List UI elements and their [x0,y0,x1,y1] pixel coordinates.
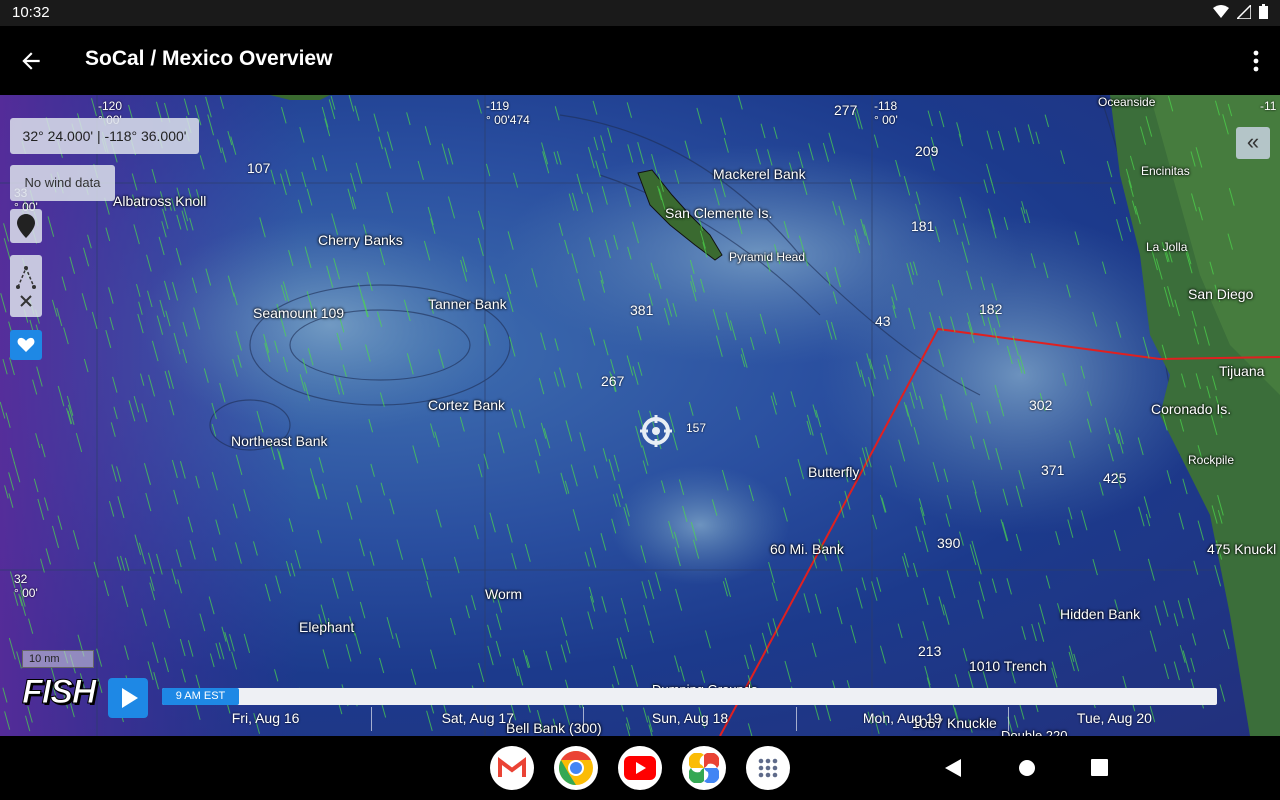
battery-icon [1259,4,1268,19]
place-butterfly: Butterfly [808,464,860,480]
place-tanner-bank: Tanner Bank [428,296,507,312]
place-albatross-knoll: Albatross Knoll [113,193,207,209]
app-bar: SoCal / Mexico Overview [0,26,1280,95]
nav-back-icon[interactable] [944,758,962,778]
photos-app-icon[interactable] [682,746,726,790]
page-title: SoCal / Mexico Overview [85,47,333,70]
grid-label-lon-118: -118 ° 00' [874,99,898,127]
coordinate-readout: 32° 24.000' | -118° 36.000' [10,118,199,154]
depth-302: 302 [1029,397,1053,413]
depth-209: 209 [915,143,939,159]
place-encinitas: Encinitas [1141,164,1190,178]
play-button[interactable] [108,678,148,718]
timeline-day[interactable]: Tue, Aug 20 [1007,707,1220,731]
depth-107: 107 [247,160,271,176]
timeline-days: Fri, Aug 16 Sat, Aug 17 Sun, Aug 18 Mon,… [160,707,1220,731]
place-oceanside: Oceanside [1098,95,1156,109]
wind-readout: No wind data [10,165,115,201]
depth-381: 381 [630,302,654,318]
route-draw-icon[interactable] [15,265,37,289]
system-icons [1213,4,1268,19]
collapse-panel-button[interactable]: « [1236,127,1270,159]
fishscope-logo: FISH [21,673,96,712]
gmail-app-icon[interactable] [490,746,534,790]
place-mackerel-bank: Mackerel Bank [713,166,806,182]
depth-43: 43 [875,313,891,329]
place-northeast-bank: Northeast Bank [231,433,328,449]
route-tool-group [10,255,42,317]
pinwheel-icon [689,753,719,783]
close-icon[interactable] [20,295,32,307]
place-san-diego: San Diego [1188,286,1254,302]
grid-label-lon-117: -11 [1260,99,1277,113]
back-arrow-icon[interactable] [18,48,44,74]
scale-bar: 10 nm [22,650,94,668]
grid-dots-icon [758,758,778,778]
system-nav-bar [0,736,1280,800]
place-1010-trench: 1010 Trench [969,658,1047,674]
place-elephant: Elephant [299,619,355,635]
wifi-icon [1213,4,1229,18]
place-seamount-109: Seamount 109 [253,305,345,321]
chrome-icon [559,751,593,785]
gmail-icon [498,757,526,777]
place-tijuana: Tijuana [1219,363,1265,379]
place-san-clemente: San Clemente Is. [665,205,773,221]
timeline-day[interactable]: Sun, Aug 18 [583,707,795,731]
depth-157: 157 [686,421,707,435]
heart-icon [17,337,35,352]
signal-icon [1237,4,1251,19]
place-rockpile: Rockpile [1188,453,1235,467]
chrome-app-icon[interactable] [554,746,598,790]
depth-181: 181 [911,218,935,234]
timeline-day[interactable]: Fri, Aug 16 [160,707,371,731]
place-coronado: Coronado Is. [1151,401,1232,417]
crosshair-icon[interactable] [639,414,673,448]
double-chevron-left-icon: « [1246,129,1260,154]
timeline-day[interactable]: Mon, Aug 19 [795,707,1008,731]
depth-267: 267 [601,373,625,389]
status-bar: 10:32 [0,0,1280,26]
depth-277: 277 [834,102,858,118]
place-la-jolla: La Jolla [1146,240,1188,254]
grid-label-lat-32: 32 ° 00' [14,572,38,600]
nav-home-icon[interactable] [1018,759,1036,777]
depth-371: 371 [1041,462,1065,478]
timeline-day[interactable]: Sat, Aug 17 [371,707,583,731]
youtube-icon [624,756,656,780]
place-pyramid-head: Pyramid Head [729,250,806,264]
place-sixty-mi-bank: 60 Mi. Bank [770,541,844,557]
map-pin-icon [17,214,35,238]
youtube-app-icon[interactable] [618,746,662,790]
place-hidden-bank: Hidden Bank [1060,606,1141,622]
app-drawer-icon[interactable] [746,746,790,790]
place-475-knuckle: 475 Knuckl [1207,541,1277,557]
depth-213: 213 [918,643,942,659]
place-cortez-bank: Cortez Bank [428,397,506,413]
timeline-current-time[interactable]: 9 AM EST [162,688,239,705]
depth-390: 390 [937,535,961,551]
waypoint-tool-button[interactable] [10,209,42,243]
place-worm: Worm [485,586,523,602]
favorites-button[interactable] [10,330,42,360]
overflow-menu-icon[interactable] [1252,50,1260,72]
depth-182: 182 [979,301,1003,317]
nav-recents-icon[interactable] [1091,759,1108,776]
grid-label-lon-119: -119 ° 00'474 [486,99,530,127]
depth-425: 425 [1103,470,1127,486]
play-icon [122,688,138,708]
place-cherry-banks: Cherry Banks [318,232,403,248]
sixty-mile-shelf [610,465,790,585]
map-view[interactable]: -120° 00' -119° 00'474 -118° 00' -11 33°… [0,95,1280,736]
status-time: 10:32 [12,4,50,21]
timeline-track[interactable] [162,688,1217,705]
